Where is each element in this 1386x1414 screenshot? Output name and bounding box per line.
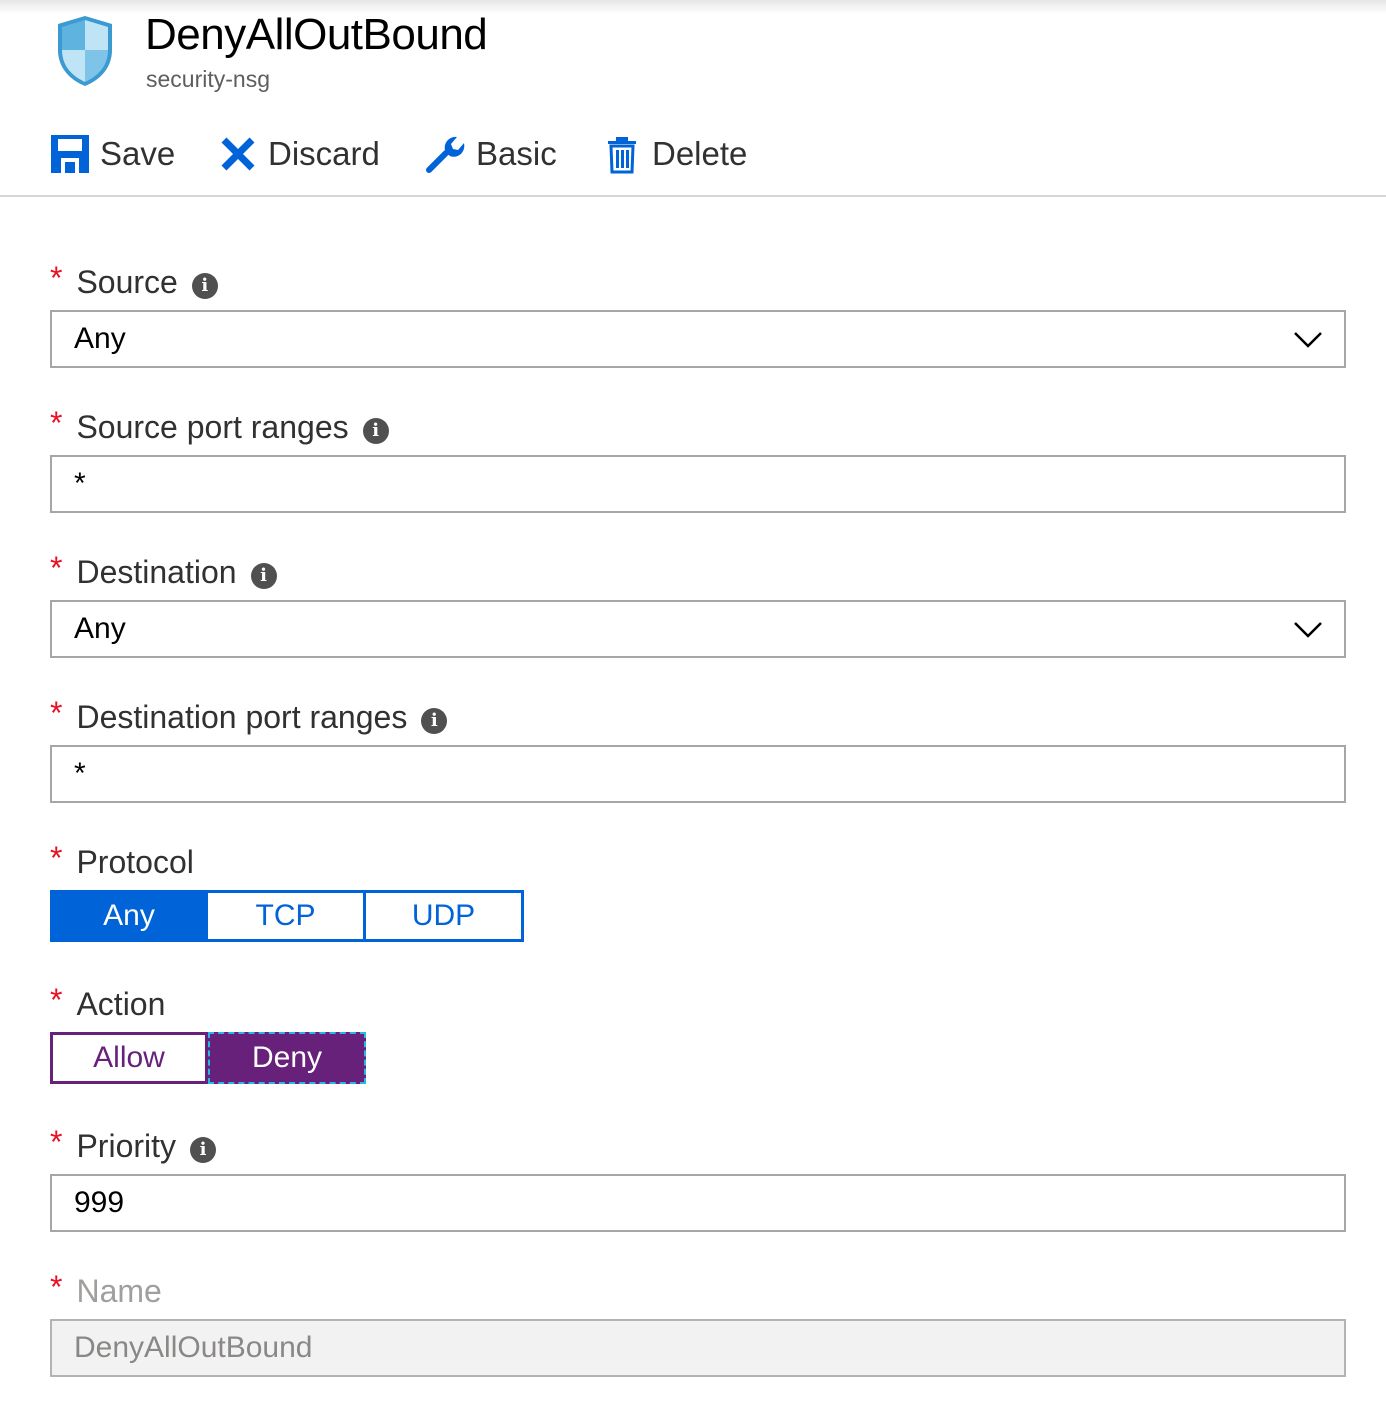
source-label-text: Source: [76, 264, 178, 300]
delete-button[interactable]: Delete: [600, 124, 747, 184]
protocol-option-udp[interactable]: UDP: [366, 890, 524, 942]
header-divider: [0, 195, 1386, 197]
source-dropdown[interactable]: Any: [50, 310, 1346, 368]
trash-icon: [600, 132, 644, 176]
destination-dropdown[interactable]: Any: [50, 600, 1346, 658]
source-value: Any: [74, 322, 126, 355]
delete-label: Delete: [652, 135, 748, 172]
required-marker: *: [50, 1269, 63, 1305]
source-port-ranges-value: *: [74, 467, 86, 500]
priority-value: 999: [74, 1186, 125, 1219]
required-marker: *: [50, 840, 63, 876]
protocol-label: * Protocol: [50, 840, 194, 881]
destination-port-ranges-value: *: [74, 757, 86, 790]
destination-port-ranges-label: * Destination port ranges i: [50, 695, 448, 736]
shield-icon: [58, 16, 112, 86]
required-marker: *: [50, 550, 63, 586]
page-subtitle: security-nsg: [146, 66, 270, 92]
action-selector: Allow Deny: [50, 1032, 366, 1084]
action-option-allow[interactable]: Allow: [50, 1032, 208, 1084]
save-icon: [48, 132, 92, 176]
blade-header: DenyAllOutBound security-nsg Save Discar…: [0, 0, 1386, 196]
protocol-label-text: Protocol: [76, 844, 194, 880]
info-icon[interactable]: i: [191, 272, 218, 299]
action-label: * Action: [50, 982, 166, 1023]
save-label: Save: [100, 135, 176, 172]
required-marker: *: [50, 1124, 63, 1160]
destination-label-text: Destination: [76, 554, 237, 590]
basic-label: Basic: [476, 135, 557, 172]
required-marker: *: [50, 982, 63, 1018]
save-button[interactable]: Save: [48, 124, 175, 184]
name-value: DenyAllOutBound: [74, 1331, 313, 1364]
command-bar: Save Discard Basic Delete: [0, 124, 1386, 184]
priority-input[interactable]: 999: [50, 1174, 1346, 1232]
destination-label: * Destination i: [50, 550, 277, 591]
destination-port-ranges-input[interactable]: *: [50, 745, 1346, 803]
priority-label-text: Priority: [76, 1128, 177, 1164]
name-label: * Name: [50, 1269, 162, 1310]
source-port-ranges-input[interactable]: *: [50, 455, 1346, 513]
source-port-ranges-label-text: Source port ranges: [76, 409, 349, 445]
required-marker: *: [50, 405, 63, 441]
info-icon[interactable]: i: [250, 562, 277, 589]
priority-label: * Priority i: [50, 1124, 217, 1165]
required-marker: *: [50, 695, 63, 731]
protocol-option-any[interactable]: Any: [50, 890, 208, 942]
action-label-text: Action: [76, 986, 166, 1022]
protocol-selector: Any TCP UDP: [50, 890, 524, 942]
name-label-text: Name: [76, 1273, 162, 1309]
source-port-ranges-label: * Source port ranges i: [50, 405, 389, 446]
chevron-down-icon: [1294, 622, 1322, 638]
source-label: * Source i: [50, 260, 218, 301]
chevron-down-icon: [1294, 332, 1322, 348]
action-option-deny[interactable]: Deny: [208, 1032, 366, 1084]
close-icon: [216, 132, 260, 176]
required-marker: *: [50, 260, 63, 296]
destination-port-ranges-label-text: Destination port ranges: [76, 699, 408, 735]
wrench-icon: [424, 132, 468, 176]
info-icon[interactable]: i: [190, 1136, 217, 1163]
destination-value: Any: [74, 612, 126, 645]
discard-button[interactable]: Discard: [216, 124, 380, 184]
protocol-option-tcp[interactable]: TCP: [208, 890, 366, 942]
info-icon[interactable]: i: [362, 417, 389, 444]
basic-button[interactable]: Basic: [424, 124, 557, 184]
info-icon[interactable]: i: [421, 707, 448, 734]
discard-label: Discard: [268, 135, 380, 172]
page-title: DenyAllOutBound: [145, 10, 488, 59]
name-input: DenyAllOutBound: [50, 1319, 1346, 1377]
